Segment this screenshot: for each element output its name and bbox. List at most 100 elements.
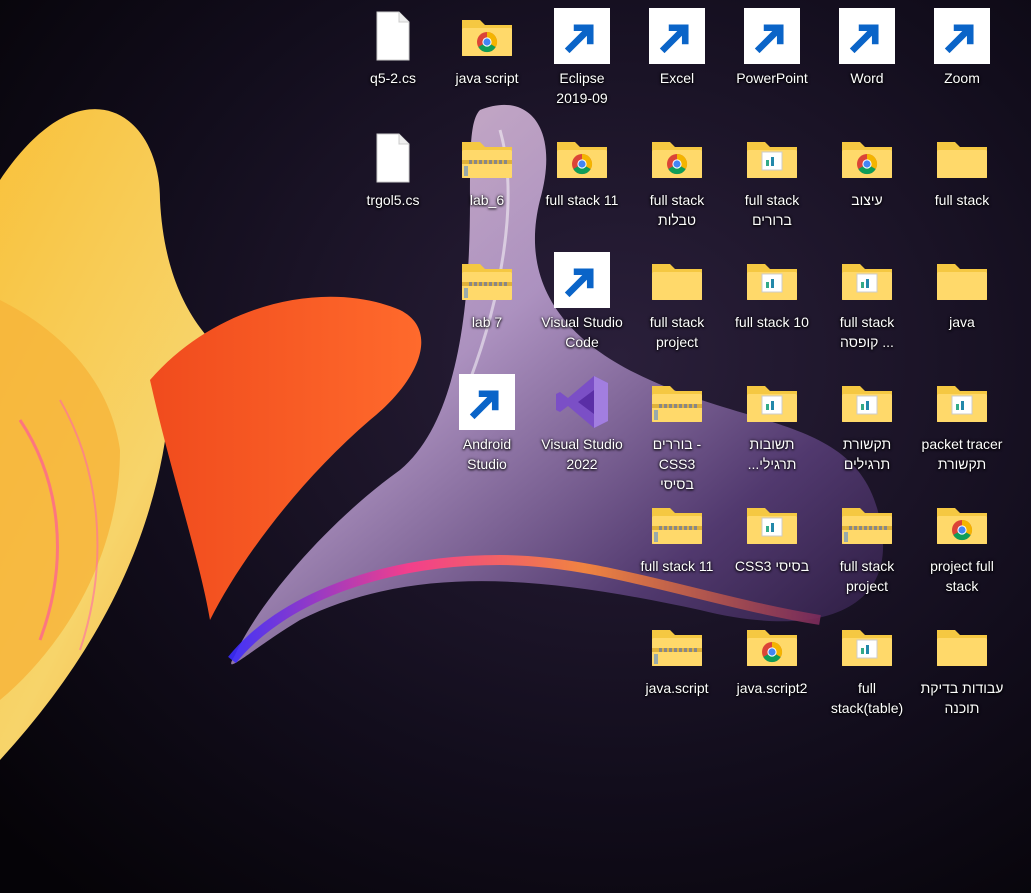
- desktop-icon-label: full stack 11: [640, 558, 714, 574]
- desktop-icon[interactable]: java.script: [631, 612, 723, 698]
- desktop-icon-label: lab 7: [471, 314, 503, 330]
- shortcut-arrow-icon: [744, 8, 800, 64]
- desktop-icon[interactable]: lab 7: [441, 246, 533, 332]
- desktop-icon-label: java: [949, 314, 975, 330]
- desktop-icon-label: בוררים - CSS3 בסיסי: [652, 436, 702, 492]
- zip-folder-icon: [839, 496, 895, 552]
- folder-icon: [934, 130, 990, 186]
- desktop-icon-label: Zoom: [944, 70, 980, 86]
- desktop-icon[interactable]: full stack project: [821, 490, 913, 596]
- desktop-icon[interactable]: java.script2: [726, 612, 818, 698]
- desktop-icon[interactable]: Visual Studio 2022: [536, 368, 628, 474]
- zoom-icon: zoom: [934, 8, 990, 64]
- desktop-icon[interactable]: java script: [441, 2, 533, 88]
- chrome-folder-icon: [649, 130, 705, 186]
- desktop-icon[interactable]: תשובות ...תרגילי: [726, 368, 818, 474]
- desktop-icon[interactable]: full stack 10: [726, 246, 818, 332]
- zip-folder-icon: [459, 130, 515, 186]
- desktop-icon-label: PowerPoint: [736, 70, 808, 86]
- desktop-icon-label: עבודות בדיקת תוכנה: [920, 680, 1004, 716]
- desktop-icon[interactable]: java: [916, 246, 1008, 332]
- desktop-icon-label: Visual Studio Code: [541, 314, 623, 350]
- doc-folder-icon: [744, 374, 800, 430]
- desktop-icon-label: Eclipse 2019-09: [556, 70, 608, 106]
- desktop-icon[interactable]: Android Studio: [441, 368, 533, 474]
- desktop-icon[interactable]: lab_6: [441, 124, 533, 210]
- zip-folder-icon: [459, 252, 515, 308]
- desktop-icon[interactable]: zoom Zoom: [916, 2, 1008, 88]
- desktop-icon[interactable]: full stack(table): [821, 612, 913, 718]
- shortcut-arrow-icon: [554, 8, 610, 64]
- desktop-icon-label: java script: [455, 70, 519, 86]
- desktop-icon-label: תקשורת תרגילים: [842, 436, 892, 472]
- desktop-icon[interactable]: full stack project: [631, 246, 723, 352]
- file-icon: [365, 130, 421, 186]
- desktop-icon-label: java.script: [645, 680, 709, 696]
- doc-folder-icon: [744, 252, 800, 308]
- shortcut-arrow-icon: [839, 8, 895, 64]
- desktop-icon-label: java.script2: [736, 680, 808, 696]
- desktop-icon-label: full stack קופסה ...: [839, 314, 895, 350]
- visual-studio-icon: [554, 374, 610, 430]
- chrome-folder-icon: [554, 130, 610, 186]
- desktop-icon-label: תשובות ...תרגילי: [747, 436, 797, 472]
- chrome-folder-icon: [934, 496, 990, 552]
- chrome-folder-icon: [744, 618, 800, 674]
- desktop-icon[interactable]: תקשורת תרגילים: [821, 368, 913, 474]
- desktop-icon-label: CSS3 בסיסי: [734, 558, 810, 574]
- desktop-icon-label: full stack: [934, 192, 990, 208]
- desktop-icon[interactable]: עיצוב: [821, 124, 913, 210]
- desktop-icon-label: packet tracer תקשורת: [921, 436, 1003, 472]
- doc-folder-icon: [839, 252, 895, 308]
- excel-icon: X: [649, 8, 705, 64]
- word-icon: W: [839, 8, 895, 64]
- desktop-icon-label: lab_6: [469, 192, 505, 208]
- shortcut-arrow-icon: [649, 8, 705, 64]
- desktop-icon[interactable]: q5-2.cs: [347, 2, 439, 88]
- desktop-icon[interactable]: full stack ברורים: [726, 124, 818, 230]
- vscode-icon: [554, 252, 610, 308]
- desktop-icon[interactable]: full stack קופסה ...: [821, 246, 913, 352]
- desktop-icon-label: Word: [850, 70, 884, 86]
- desktop-icon-label: Visual Studio 2022: [541, 436, 623, 472]
- desktop-icon[interactable]: CSS3 בסיסי: [726, 490, 818, 576]
- doc-folder-icon: [839, 618, 895, 674]
- doc-folder-icon: [744, 130, 800, 186]
- desktop-icon-label: Excel: [659, 70, 695, 86]
- shortcut-arrow-icon: [459, 374, 515, 430]
- desktop-icon[interactable]: Visual Studio Code: [536, 246, 628, 352]
- desktop-icon[interactable]: full stack 11: [536, 124, 628, 210]
- doc-folder-icon: [934, 374, 990, 430]
- desktop-icon-label: full stack 10: [735, 314, 809, 330]
- desktop-icon[interactable]: full stack: [916, 124, 1008, 210]
- folder-icon: [934, 618, 990, 674]
- desktop-icon-label: full stack טבלות: [649, 192, 705, 228]
- android-studio-icon: [459, 374, 515, 430]
- desktop-icon[interactable]: project full stack: [916, 490, 1008, 596]
- folder-icon: [649, 252, 705, 308]
- desktop-icon-label: project full stack: [930, 558, 994, 594]
- desktop-icon-label: q5-2.cs: [370, 70, 416, 86]
- desktop-icon[interactable]: trgol5.cs: [347, 124, 439, 210]
- desktop-icon[interactable]: W Word: [821, 2, 913, 88]
- desktop-icon[interactable]: packet tracer תקשורת: [916, 368, 1008, 474]
- powerpoint-icon: P: [744, 8, 800, 64]
- desktop-icon-label: full stack(table): [830, 680, 904, 716]
- desktop-icon[interactable]: Eclipse 2019-09: [536, 2, 628, 108]
- desktop-icon[interactable]: full stack 11: [631, 490, 723, 576]
- desktop-icon[interactable]: X Excel: [631, 2, 723, 88]
- desktop-icon-label: full stack project: [839, 558, 895, 594]
- desktop-icon-label: full stack ברורים: [744, 192, 800, 228]
- doc-folder-icon: [744, 496, 800, 552]
- zip-folder-icon: [649, 496, 705, 552]
- zip-folder-icon: [649, 374, 705, 430]
- desktop-icon[interactable]: P PowerPoint: [726, 2, 818, 88]
- desktop-icon[interactable]: בוררים - CSS3 בסיסי: [631, 368, 723, 494]
- doc-folder-icon: [839, 374, 895, 430]
- chrome-folder-icon: [839, 130, 895, 186]
- desktop-icon-label: trgol5.cs: [366, 192, 420, 208]
- desktop-icon[interactable]: full stack טבלות: [631, 124, 723, 230]
- desktop-icon-label: Android Studio: [462, 436, 512, 472]
- desktop-icon[interactable]: עבודות בדיקת תוכנה: [916, 612, 1008, 718]
- file-icon: [365, 8, 421, 64]
